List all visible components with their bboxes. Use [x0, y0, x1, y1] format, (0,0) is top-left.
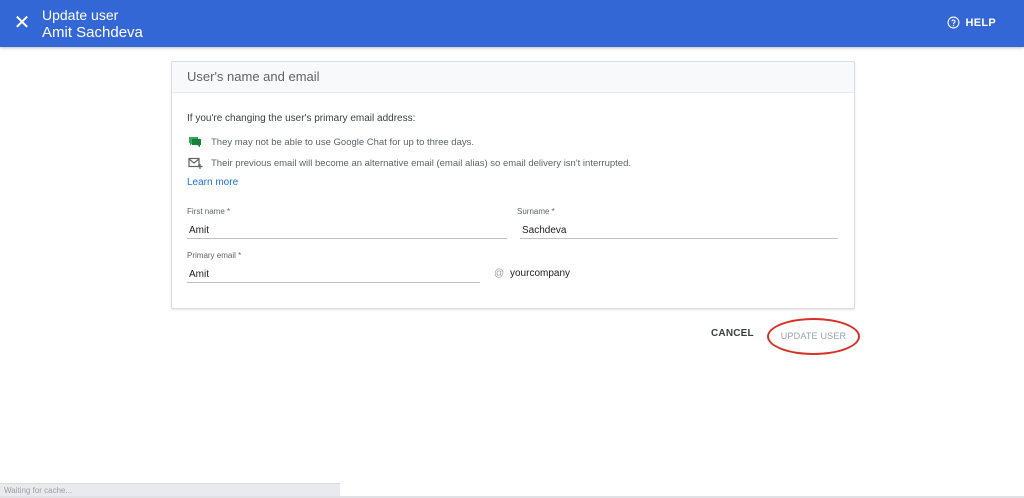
user-name-subtitle: Amit Sachdeva — [42, 24, 143, 41]
browser-status-bar: Waiting for cache... — [0, 483, 340, 496]
cancel-button[interactable]: CANCEL — [711, 328, 754, 339]
google-chat-icon — [187, 135, 203, 149]
alias-note-text: Their previous email will become an alte… — [211, 157, 631, 169]
help-circle-icon — [947, 16, 960, 29]
learn-more-link[interactable]: Learn more — [187, 177, 238, 188]
close-icon[interactable]: ✕ — [12, 12, 32, 34]
help-label: HELP — [965, 16, 996, 29]
primary-email-label: Primary email * — [187, 251, 242, 260]
first-name-input[interactable] — [187, 223, 507, 239]
email-change-intro: If you're changing the user's primary em… — [187, 113, 416, 124]
first-name-label: First name * — [187, 207, 231, 216]
mail-add-icon — [187, 156, 203, 170]
update-user-highlight: UPDATE USER — [767, 318, 860, 355]
chat-note-text: They may not be able to use Google Chat … — [211, 136, 474, 148]
surname-label: Surname * — [517, 207, 555, 216]
app-header: ✕ Update user Amit Sachdeva HELP — [0, 0, 1024, 47]
card-title: User's name and email — [172, 62, 854, 93]
alias-note: Their previous email will become an alte… — [187, 156, 631, 170]
update-user-button[interactable]: UPDATE USER — [767, 318, 860, 355]
at-symbol: @ — [494, 268, 505, 279]
page-title: Update user — [42, 7, 119, 23]
chat-note: They may not be able to use Google Chat … — [187, 135, 474, 149]
user-name-email-card: User's name and email If you're changing… — [171, 61, 855, 309]
surname-input[interactable] — [520, 223, 838, 239]
help-button[interactable]: HELP — [947, 16, 996, 29]
email-domain[interactable]: yourcompany — [510, 268, 570, 279]
primary-email-input[interactable] — [187, 267, 480, 283]
